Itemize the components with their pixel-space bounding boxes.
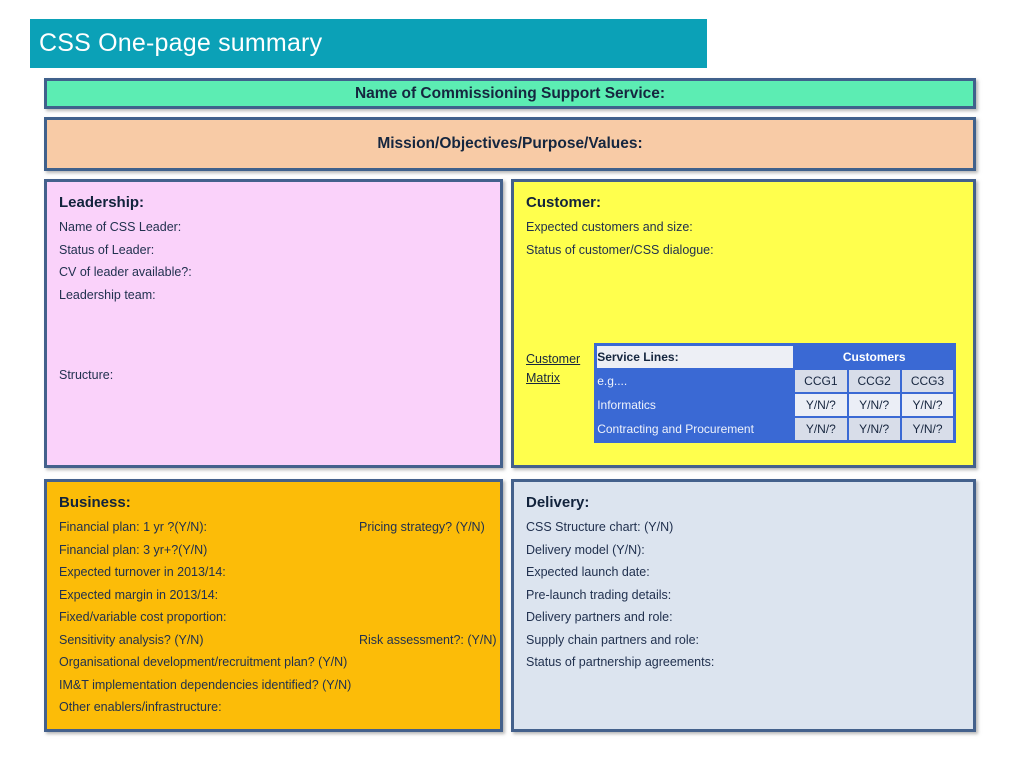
matrix-customers-header: Customers — [795, 346, 954, 368]
business-field: IM&T implementation dependencies identif… — [59, 677, 352, 692]
table-row: Contracting and Procurement Y/N/? Y/N/? … — [597, 418, 954, 440]
matrix-row-label: e.g.... — [597, 370, 794, 392]
delivery-field: Supply chain partners and role: — [526, 632, 700, 647]
delivery-field: Status of partnership agreements: — [526, 655, 715, 669]
business-row: Expected turnover in 2013/14: — [59, 561, 488, 584]
business-panel: Business: Financial plan: 1 yr ?(Y/N): P… — [44, 479, 503, 732]
slide-title: CSS One-page summary — [39, 29, 323, 57]
business-field: Sensitivity analysis? (Y/N) — [59, 632, 204, 647]
delivery-panel: Delivery: CSS Structure chart: (Y/N) Del… — [511, 479, 976, 732]
delivery-field: Delivery partners and role: — [526, 610, 673, 624]
business-row: IM&T implementation dependencies identif… — [59, 674, 488, 697]
delivery-field: Delivery model (Y/N): — [526, 542, 645, 557]
delivery-field: Expected launch date: — [526, 565, 650, 579]
name-of-service-banner: Name of Commissioning Support Service: — [44, 78, 976, 109]
slide-canvas: CSS One-page summary Name of Commissioni… — [0, 0, 1024, 768]
mission-banner: Mission/Objectives/Purpose/Values: — [44, 117, 976, 171]
customer-matrix-link[interactable]: Customer Matrix — [526, 350, 580, 387]
business-row: Sensitivity analysis? (Y/N) Risk assessm… — [59, 629, 497, 652]
customer-field: Expected customers and size: — [526, 220, 693, 234]
business-field: Financial plan: 3 yr+?(Y/N) — [59, 542, 208, 557]
leadership-field: Name of CSS Leader: — [59, 220, 182, 234]
matrix-cell: Y/N/? — [848, 418, 900, 440]
matrix-cell: Y/N/? — [848, 394, 900, 416]
business-field: Expected margin in 2013/14: — [59, 587, 219, 602]
matrix-cell: Y/N/? — [901, 418, 954, 440]
business-field: Organisational development/recruitment p… — [59, 655, 348, 669]
leadership-field: Status of Leader: — [59, 242, 155, 257]
matrix-cell: CCG3 — [901, 370, 954, 392]
matrix-cell: CCG1 — [795, 370, 847, 392]
matrix-header-row: Service Lines: Customers — [597, 346, 954, 368]
leadership-panel: Leadership: Name of CSS Leader: Status o… — [44, 179, 503, 468]
matrix-row-label: Contracting and Procurement — [597, 418, 794, 440]
customer-matrix-link-line2: Matrix — [526, 370, 561, 385]
customer-matrix-link-line1: Customer — [526, 352, 581, 366]
business-row: Financial plan: 1 yr ?(Y/N): Pricing str… — [59, 516, 488, 539]
delivery-title: Delivery: — [526, 494, 590, 511]
business-row: Other enablers/infrastructure: — [59, 696, 488, 719]
business-row: Organisational development/recruitment p… — [59, 651, 488, 674]
matrix-cell: Y/N/? — [901, 394, 954, 416]
business-field: Expected turnover in 2013/14: — [59, 565, 226, 579]
business-title: Business: — [59, 494, 131, 511]
matrix-cell: Y/N/? — [795, 394, 847, 416]
delivery-field: Pre-launch trading details: — [526, 587, 672, 602]
business-row: Financial plan: 3 yr+?(Y/N) — [59, 539, 488, 562]
leadership-field: Leadership team: — [59, 287, 156, 302]
slide-title-bar: CSS One-page summary — [30, 19, 707, 68]
business-row: Expected margin in 2013/14: — [59, 584, 488, 607]
business-field-right: Risk assessment?: (Y/N) — [359, 632, 497, 647]
matrix-cell: CCG2 — [848, 370, 900, 392]
business-field: Fixed/variable cost proportion: — [59, 610, 227, 624]
customer-matrix-table: Service Lines: Customers e.g.... CCG1 CC… — [594, 343, 957, 443]
matrix-row-label: Informatics — [597, 394, 794, 416]
business-field-right: Pricing strategy? (Y/N) — [359, 520, 485, 534]
customer-matrix-section: Customer Matrix Service Lines: Customers… — [526, 343, 965, 443]
table-row: e.g.... CCG1 CCG2 CCG3 — [597, 370, 954, 392]
matrix-cell: Y/N/? — [795, 418, 847, 440]
leadership-title: Leadership: — [59, 194, 145, 211]
leadership-field: CV of leader available?: — [59, 265, 192, 279]
customer-field: Status of customer/CSS dialogue: — [526, 242, 714, 257]
matrix-service-lines-header: Service Lines: — [597, 346, 794, 368]
name-of-service-label: Name of Commissioning Support Service: — [354, 84, 666, 102]
business-field: Other enablers/infrastructure: — [59, 700, 222, 714]
customer-title: Customer: — [526, 194, 602, 211]
business-field: Financial plan: 1 yr ?(Y/N): — [59, 520, 207, 534]
customer-panel: Customer: Expected customers and size: S… — [511, 179, 976, 468]
table-row: Informatics Y/N/? Y/N/? Y/N/? — [597, 394, 954, 416]
delivery-field: CSS Structure chart: (Y/N) — [526, 520, 674, 534]
mission-label: Mission/Objectives/Purpose/Values: — [377, 135, 643, 152]
leadership-structure-field: Structure: — [59, 368, 114, 382]
business-row: Fixed/variable cost proportion: — [59, 606, 488, 629]
